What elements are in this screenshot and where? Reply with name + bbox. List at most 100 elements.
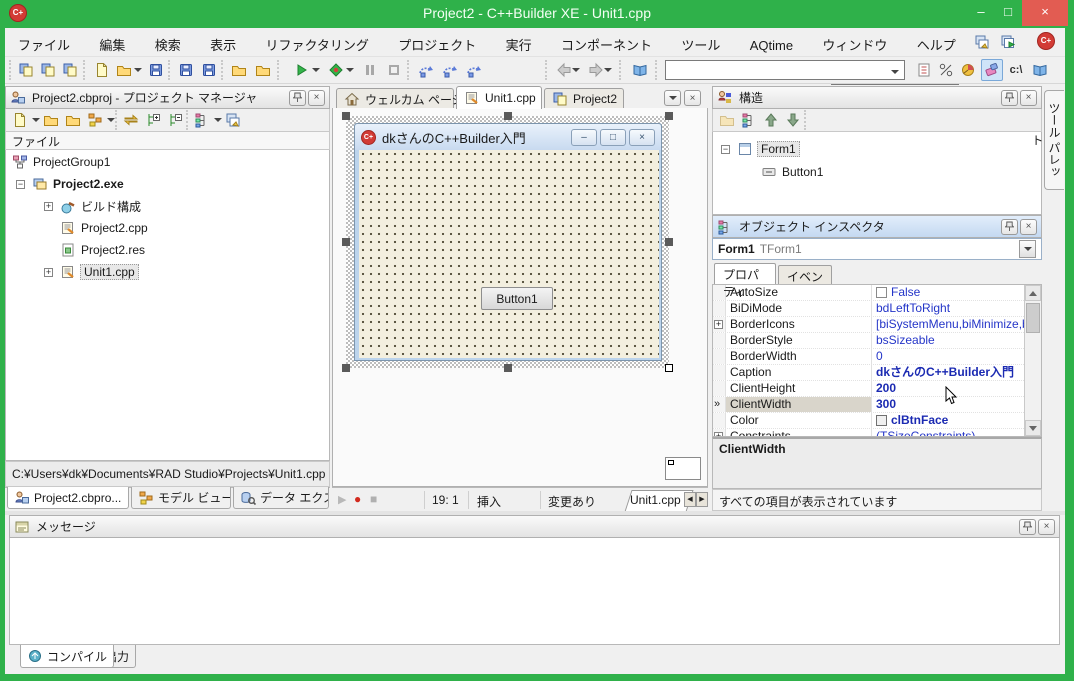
pin-icon[interactable] [1001, 90, 1018, 106]
profiler-icon[interactable] [935, 59, 957, 81]
property-row[interactable]: Constraints (TSizeConstraints) [713, 429, 1024, 437]
save-layout-icon[interactable] [971, 31, 993, 53]
help-icon[interactable] [1029, 59, 1051, 81]
property-row[interactable]: Color clBtnFace [713, 413, 1024, 429]
build-order-icon[interactable] [222, 109, 244, 131]
checkbox[interactable] [876, 287, 887, 298]
scrollbar-thumb[interactable] [1026, 303, 1040, 333]
new-items-icon[interactable] [15, 59, 37, 81]
maximize-button[interactable]: □ [995, 0, 1021, 26]
structure-new-icon[interactable] [716, 109, 738, 131]
property-row[interactable]: ClientHeight 200 [713, 381, 1024, 397]
sort-dropdown[interactable] [213, 109, 222, 131]
tree-node-project-exe[interactable]: Project2.exe [32, 176, 124, 192]
property-row[interactable]: BorderIcons [biSystemMenu,biMinimize,biM… [713, 317, 1024, 333]
titlebar[interactable]: Project2 - C++Builder XE - Unit1.cpp – □… [0, 0, 1074, 28]
coverage-pie-icon[interactable] [957, 59, 979, 81]
menu-component[interactable]: コンポーネント [548, 28, 665, 57]
navigate-back-dropdown[interactable] [571, 59, 580, 81]
menu-view[interactable]: 表示 [197, 28, 249, 57]
menu-refactoring[interactable]: リファクタリング [252, 28, 381, 57]
menu-file[interactable]: ファイル [5, 28, 83, 57]
editor-tab-close-button[interactable]: × [684, 90, 701, 106]
tab-scroll-right-icon[interactable]: ▶ [696, 492, 708, 507]
resize-handle-mid-left[interactable] [342, 238, 350, 246]
open-project-icon[interactable] [228, 59, 250, 81]
tab-model-view[interactable]: モデル ビュー [131, 487, 231, 509]
tab-data-explorer[interactable]: データ エクスプ... [233, 487, 329, 509]
expand-expander[interactable] [44, 268, 53, 277]
tab-welcome-page[interactable]: ウェルカム ページ [336, 88, 454, 109]
pin-icon[interactable] [1019, 519, 1036, 535]
menu-run[interactable]: 実行 [493, 28, 545, 57]
property-grid-scrollbar[interactable] [1024, 285, 1041, 436]
messages-header[interactable]: メッセージ × [9, 515, 1060, 538]
form-client-area[interactable]: Button1 [359, 150, 659, 358]
tree-node-project-res[interactable]: Project2.res [60, 242, 145, 258]
todo-list-icon[interactable] [913, 59, 935, 81]
resize-handle-top-right[interactable] [665, 112, 673, 120]
add-to-project-icon[interactable] [252, 59, 274, 81]
open-icon[interactable] [62, 109, 84, 131]
designed-form-titlebar[interactable]: dkさんのC++Builder入門 – □ × [355, 124, 661, 150]
color-swatch[interactable] [876, 415, 887, 426]
collapse-expander[interactable] [721, 145, 730, 154]
menu-project[interactable]: プロジェクト [385, 28, 489, 57]
minimize-button[interactable]: – [968, 0, 994, 26]
resize-handle-mid-right[interactable] [665, 238, 673, 246]
macro-stop-icon[interactable]: ■ [370, 492, 377, 506]
pin-icon[interactable] [1001, 219, 1018, 235]
trace-into-icon[interactable] [415, 59, 437, 81]
resize-handle-bottom-center[interactable] [504, 364, 512, 372]
collapse-all-icon[interactable] [164, 109, 186, 131]
package-dropdown[interactable] [106, 109, 115, 131]
structure-node-form1[interactable]: Form1 [737, 141, 800, 157]
object-inspector-header[interactable]: オブジェクト インスペクタ × [712, 215, 1042, 238]
add-new-icon[interactable] [40, 109, 62, 131]
menu-aqtime[interactable]: AQtime [737, 31, 806, 60]
button1-control[interactable]: Button1 [481, 287, 553, 310]
close-button[interactable]: × [1022, 0, 1068, 26]
new-project-dropdown[interactable] [31, 109, 40, 131]
property-row[interactable]: AutoSize False [713, 285, 1024, 301]
project-manager-header[interactable]: Project2.cbproj - プロジェクト マネージャ × [5, 86, 330, 109]
pause-icon[interactable] [359, 59, 381, 81]
stop-icon[interactable] [383, 59, 405, 81]
save-icon[interactable] [145, 59, 167, 81]
menu-tools[interactable]: ツール [668, 28, 733, 57]
tree-node-unit-cpp[interactable]: Unit1.cpp [60, 264, 139, 280]
highlight-eraser-icon[interactable] [981, 59, 1003, 81]
close-icon[interactable]: × [1038, 519, 1055, 535]
property-row[interactable]: BorderStyle bsSizeable [713, 333, 1024, 349]
designed-form[interactable]: dkさんのC++Builder入門 – □ × Button1 [354, 123, 662, 361]
tab-compile[interactable]: コンパイル [20, 645, 114, 668]
add-file-icon[interactable] [37, 59, 59, 81]
tab-events[interactable]: イベント [778, 265, 832, 284]
open-file-dropdown[interactable] [133, 59, 142, 81]
form-maximize-button[interactable]: □ [600, 129, 626, 146]
menu-edit[interactable]: 編集 [86, 28, 138, 57]
scroll-up-icon[interactable] [1025, 285, 1041, 301]
form-designer-surface[interactable]: dkさんのC++Builder入門 – □ × Button1 [332, 108, 708, 487]
chevron-down-icon[interactable] [1019, 240, 1036, 258]
collapse-expander[interactable] [16, 180, 25, 189]
form-minimize-button[interactable]: – [571, 129, 597, 146]
property-row-selected[interactable]: ClientWidth 300 [713, 397, 1024, 413]
drive-icon[interactable]: c:\ [1005, 59, 1027, 81]
save-as-icon[interactable] [175, 59, 197, 81]
open-file-icon[interactable] [113, 59, 135, 81]
editor-tab-menu-button[interactable] [664, 90, 681, 106]
run-dropdown[interactable] [311, 59, 320, 81]
tool-palette-tab[interactable]: ツール パレット [1044, 90, 1064, 190]
tab-project2[interactable]: Project2 [544, 88, 624, 109]
tab-project-manager[interactable]: Project2.cbpro... [7, 487, 129, 509]
new-project-icon[interactable] [9, 109, 31, 131]
messages-body[interactable] [9, 538, 1060, 645]
move-down-icon[interactable] [782, 109, 804, 131]
pin-icon[interactable] [289, 90, 306, 106]
sync-icon[interactable] [120, 109, 142, 131]
step-over-icon[interactable] [439, 59, 461, 81]
resize-handle-bottom-left[interactable] [342, 364, 350, 372]
run-icon[interactable] [291, 59, 313, 81]
tree-node-projectgroup[interactable]: ProjectGroup1 [12, 154, 110, 170]
